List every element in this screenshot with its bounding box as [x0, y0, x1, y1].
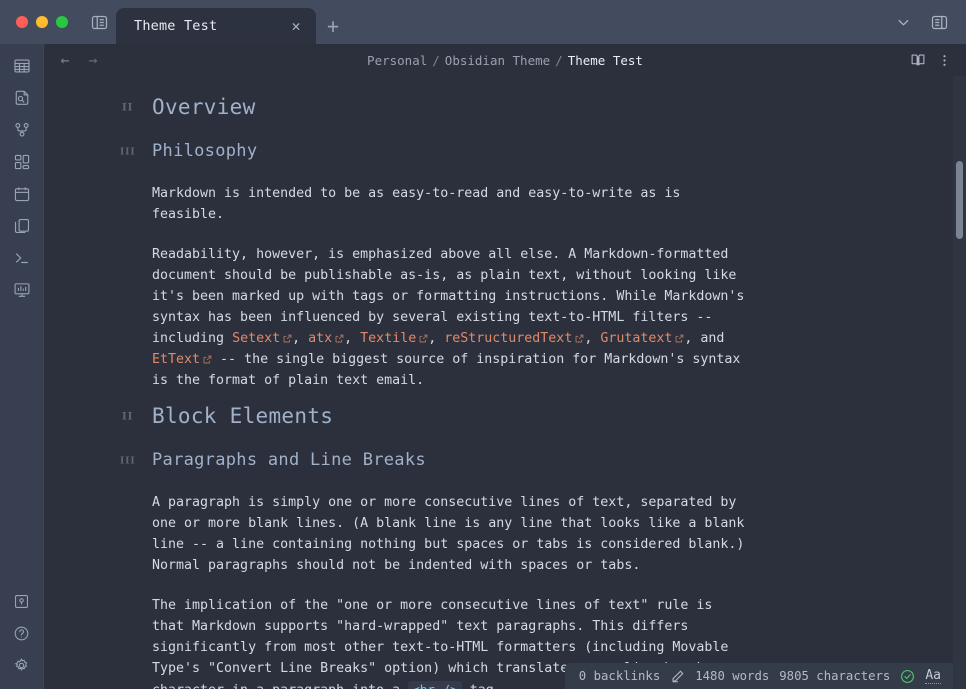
heading-overview: II Overview [118, 92, 926, 122]
link-label: EtText [152, 352, 201, 367]
link-textile[interactable]: Textile [360, 331, 428, 346]
minimize-window-button[interactable] [36, 16, 48, 28]
breadcrumb-separator: / [555, 52, 563, 68]
back-arrow-icon[interactable]: ← [52, 47, 78, 73]
tab-theme-test[interactable]: Theme Test ✕ [116, 8, 316, 44]
ribbon-bottom-group [6, 585, 38, 681]
window-traffic-lights [0, 0, 82, 44]
heading-level-marker: III [120, 456, 136, 467]
tab-title: Theme Test [134, 18, 218, 34]
heading-block-elements: II Block Elements [118, 401, 926, 431]
breadcrumb-item-2[interactable]: Theme Test [568, 53, 643, 68]
pencil-icon[interactable] [670, 669, 685, 684]
status-bar: 0 backlinks 1480 words 9805 characters A… [564, 663, 953, 689]
chevron-down-icon[interactable] [886, 0, 920, 44]
dashboard-icon[interactable] [6, 274, 38, 306]
document-scroll-area[interactable]: II Overview III Philosophy Markdown is i… [44, 76, 966, 689]
backlinks-count[interactable]: 0 backlinks [579, 669, 660, 683]
external-link-icon [419, 334, 428, 343]
tab-strip: Theme Test ✕ + [116, 0, 886, 44]
link-separator: , [428, 331, 445, 346]
link-separator: , [344, 331, 361, 346]
heading-level-marker: II [122, 411, 134, 423]
reading-view-icon[interactable] [906, 47, 930, 73]
link-label: Grutatext [600, 331, 673, 346]
left-ribbon [0, 44, 44, 689]
external-link-icon [575, 334, 584, 343]
link-separator: , and [684, 331, 725, 346]
scrollbar-thumb[interactable] [956, 161, 963, 239]
calendar-icon[interactable] [6, 178, 38, 210]
forward-arrow-icon[interactable]: → [80, 47, 106, 73]
heading-text: Philosophy [152, 141, 258, 161]
settings-gear-icon[interactable] [6, 649, 38, 681]
close-window-button[interactable] [16, 16, 28, 28]
external-link-icon [283, 334, 292, 343]
link-label: atx [308, 331, 333, 346]
copy-pages-icon[interactable] [6, 210, 38, 242]
breadcrumb-separator: / [432, 52, 440, 68]
title-bar: Theme Test ✕ + [0, 0, 966, 44]
link-label: Textile [360, 331, 417, 346]
canvas-icon[interactable] [6, 146, 38, 178]
breadcrumb: Personal / Obsidian Theme / Theme Test [44, 44, 966, 76]
markdown-document[interactable]: II Overview III Philosophy Markdown is i… [44, 76, 966, 689]
link-label: Setext [232, 331, 281, 346]
word-count[interactable]: 1480 words [695, 669, 769, 683]
heading-text: Block Elements [152, 404, 334, 428]
paragraph-definition: A paragraph is simply one or more consec… [152, 495, 745, 573]
paragraph-text-post: -- the single biggest source of inspirat… [152, 352, 741, 388]
link-ettext[interactable]: EtText [152, 352, 212, 367]
sidebar-left-icon[interactable] [82, 0, 116, 44]
view-actions [906, 47, 956, 73]
window-body: ← → Personal / Obsidian Theme / Theme Te… [0, 44, 966, 689]
sidebar-right-icon[interactable] [922, 0, 956, 44]
heading-philosophy: III Philosophy [118, 138, 926, 164]
paragraph-text-post: tag. [462, 683, 502, 689]
paragraph-markdown-intent: Markdown is intended to be as easy-to-re… [152, 186, 681, 222]
graph-icon[interactable] [6, 114, 38, 146]
search-file-icon[interactable] [6, 82, 38, 114]
new-tab-button[interactable]: + [316, 8, 350, 44]
editor-pane: ← → Personal / Obsidian Theme / Theme Te… [44, 44, 966, 689]
external-link-icon [675, 334, 684, 343]
link-setext[interactable]: Setext [232, 331, 292, 346]
link-separator: , [292, 331, 309, 346]
heading-level-marker: II [122, 102, 134, 114]
help-circle-icon[interactable] [6, 617, 38, 649]
zoom-window-button[interactable] [56, 16, 68, 28]
paragraph-readability: Readability, however, is emphasized abov… [152, 244, 752, 391]
vertical-scrollbar[interactable] [953, 76, 966, 689]
link-atx[interactable]: atx [308, 331, 344, 346]
check-circle-icon[interactable] [900, 669, 915, 684]
heading-level-marker: III [120, 147, 136, 158]
heading-text: Paragraphs and Line Breaks [152, 450, 426, 470]
obsidian-window: Theme Test ✕ + ← → Personal / Obsidian T… [0, 0, 966, 689]
ribbon-top-group [6, 50, 38, 306]
navigation-arrows: ← → [52, 47, 106, 73]
breadcrumb-item-0[interactable]: Personal [367, 53, 427, 68]
font-size-label[interactable]: Aa [925, 668, 941, 684]
link-restructuredtext[interactable]: reStructuredText [444, 331, 584, 346]
terminal-icon[interactable] [6, 242, 38, 274]
external-link-icon [203, 355, 212, 364]
view-header: ← → Personal / Obsidian Theme / Theme Te… [44, 44, 966, 76]
files-grid-icon[interactable] [6, 50, 38, 82]
heading-paragraphs-and-line-breaks: III Paragraphs and Line Breaks [118, 447, 926, 473]
character-count[interactable]: 9805 characters [779, 669, 890, 683]
inline-code-br: <br /> [408, 681, 462, 689]
titlebar-right-controls [886, 0, 966, 44]
close-icon[interactable]: ✕ [286, 16, 306, 36]
external-link-icon [335, 334, 344, 343]
vault-lock-icon[interactable] [6, 585, 38, 617]
link-grutatext[interactable]: Grutatext [600, 331, 684, 346]
link-separator: , [584, 331, 601, 346]
link-label: reStructuredText [444, 331, 573, 346]
heading-text: Overview [152, 95, 256, 119]
more-options-icon[interactable] [932, 47, 956, 73]
breadcrumb-item-1[interactable]: Obsidian Theme [445, 53, 550, 68]
